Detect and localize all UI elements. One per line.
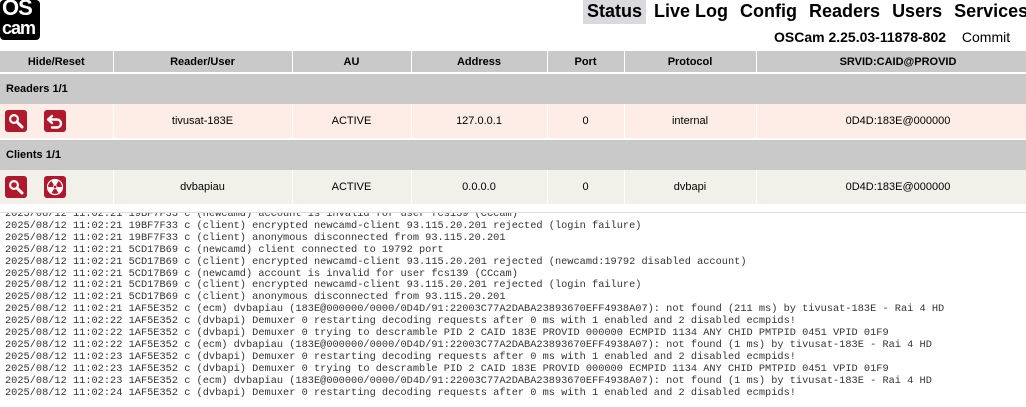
version-label: OSCam 2.25.03-11878-802	[774, 29, 946, 45]
reader-port: 0	[547, 104, 624, 138]
logo-text-bottom: cam	[2, 19, 35, 37]
col-header-srvid: SRVID:CAID@PROVID	[756, 51, 1026, 72]
reader-actions	[0, 104, 113, 138]
sub-nav: OSCam 2.25.03-11878-802 Commit T	[774, 28, 1026, 46]
search-icon[interactable]	[5, 110, 27, 132]
log-lines: 2025/08/12 11:02:21 19BF7F33 c (newcamd)…	[5, 212, 944, 400]
search-icon[interactable]	[5, 176, 27, 198]
log-line: 2025/08/12 11:02:21 19BF7F33 c (client) …	[5, 233, 944, 245]
oscam-logo[interactable]: OS cam	[0, 0, 40, 40]
reset-arrow-icon[interactable]	[44, 110, 66, 132]
clients-section-row: Clients 1/1	[0, 140, 1026, 170]
nav-tab-users[interactable]: Users	[888, 0, 946, 24]
log-line: 2025/08/12 11:02:23 1AF5E352 c (ecm) dvb…	[5, 376, 944, 388]
client-row: dvbapiau ACTIVE 0.0.0.0 0 dvbapi 0D4D:18…	[0, 170, 1026, 204]
col-header-hide-reset: Hide/Reset	[0, 51, 113, 72]
col-header-port: Port	[547, 51, 624, 72]
live-log-panel[interactable]: 2025/08/12 11:02:21 19BF7F33 c (newcamd)…	[0, 212, 1026, 407]
log-line: 2025/08/12 11:02:21 5CD17B69 c (newcamd)…	[5, 245, 944, 257]
reader-row: tivusat-183E ACTIVE 127.0.0.1 0 internal…	[0, 104, 1026, 138]
table-header-row: Hide/Reset Reader/User AU Address Port P…	[0, 51, 1026, 72]
col-header-au: AU	[292, 51, 411, 72]
client-srvid: 0D4D:183E@000000	[756, 170, 1026, 204]
log-line: 2025/08/12 11:02:23 1AF5E352 c (dvbapi) …	[5, 364, 944, 376]
nav-tab-services[interactable]: Services	[950, 0, 1026, 24]
status-table: Hide/Reset Reader/User AU Address Port P…	[0, 51, 1026, 204]
commit-link[interactable]: Commit	[962, 29, 1010, 45]
client-actions	[0, 170, 113, 204]
main-nav: Status Live Log Config Readers Users Ser…	[583, 0, 1026, 24]
readers-section-label: Readers 1/1	[0, 74, 1026, 104]
clients-section-label: Clients 1/1	[0, 140, 1026, 170]
log-line: 2025/08/12 11:02:23 1AF5E352 c (dvbapi) …	[5, 352, 944, 364]
client-port: 0	[547, 170, 624, 204]
reader-srvid: 0D4D:183E@000000	[756, 104, 1026, 138]
reader-protocol: internal	[624, 104, 756, 138]
readers-section-row: Readers 1/1	[0, 74, 1026, 104]
nav-tab-status[interactable]: Status	[583, 0, 646, 24]
nav-tab-config[interactable]: Config	[736, 0, 801, 24]
nav-tab-readers[interactable]: Readers	[805, 0, 884, 24]
client-au: ACTIVE	[292, 170, 411, 204]
nav-tab-live-log[interactable]: Live Log	[650, 0, 732, 24]
reader-au: ACTIVE	[292, 104, 411, 138]
log-line: 2025/08/12 11:02:24 1AF5E352 c (dvbapi) …	[5, 388, 944, 400]
col-header-address: Address	[411, 51, 547, 72]
logo-text-top: OS	[2, 0, 32, 19]
reader-address: 127.0.0.1	[411, 104, 547, 138]
reader-name[interactable]: tivusat-183E	[113, 104, 292, 138]
client-address: 0.0.0.0	[411, 170, 547, 204]
radiation-icon[interactable]	[44, 176, 66, 198]
log-line: 2025/08/12 11:02:21 5CD17B69 c (client) …	[5, 257, 944, 269]
client-protocol: dvbapi	[624, 170, 756, 204]
col-header-protocol: Protocol	[624, 51, 756, 72]
client-name[interactable]: dvbapiau	[113, 170, 292, 204]
col-header-reader-user: Reader/User	[113, 51, 292, 72]
